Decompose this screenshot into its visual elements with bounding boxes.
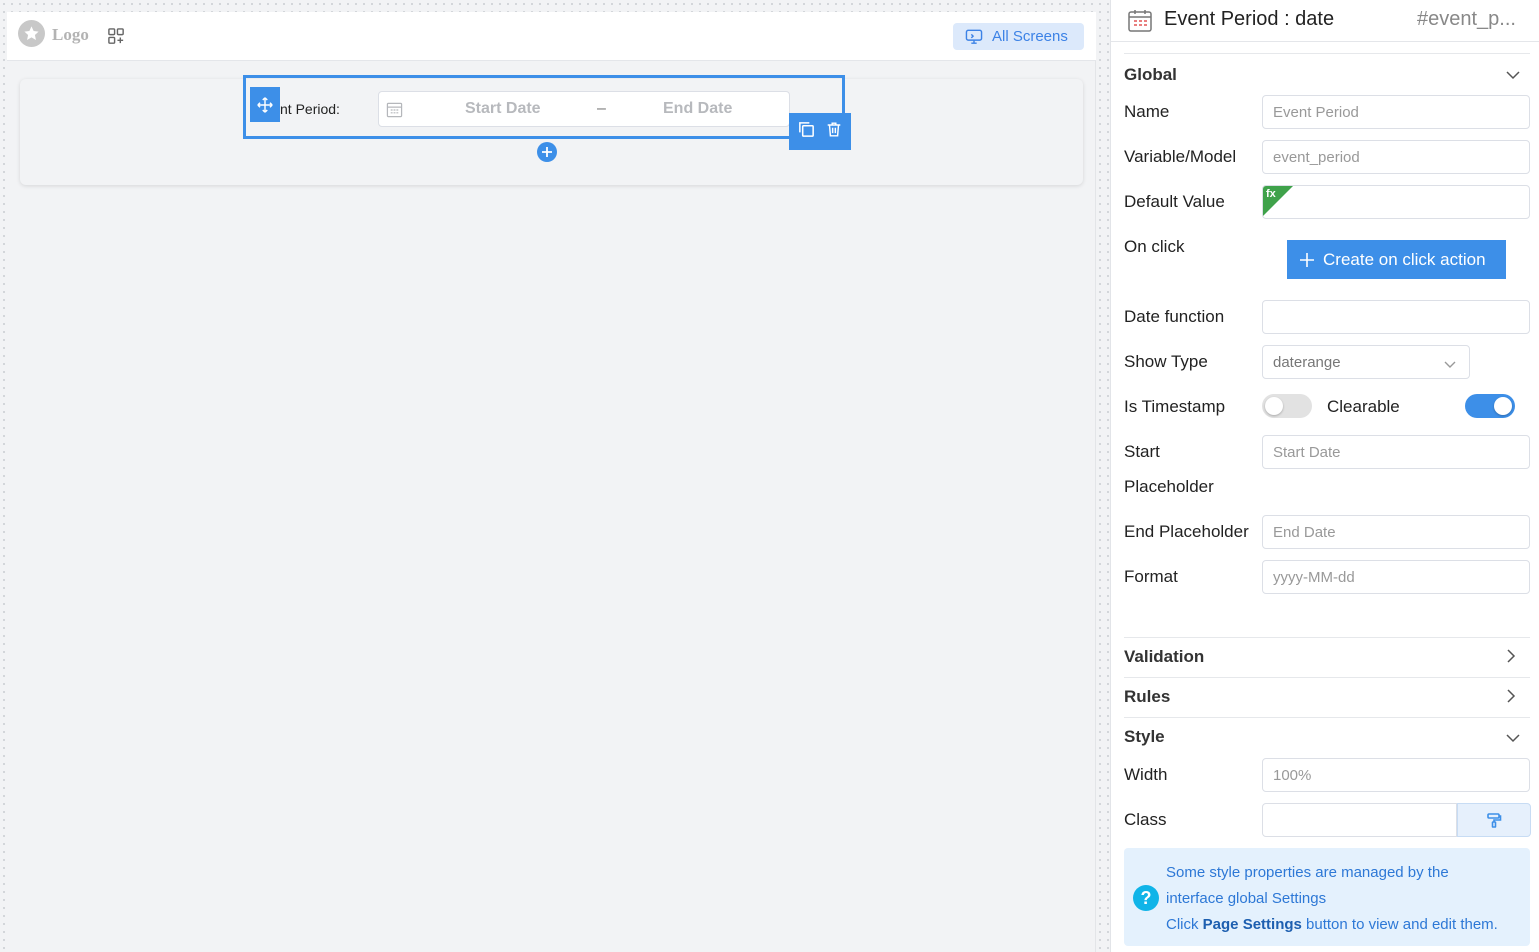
- add-below-icon[interactable]: [537, 142, 557, 162]
- info-text: Some style properties are managed by the…: [1166, 860, 1526, 938]
- is-timestamp-label: Is Timestamp: [1124, 397, 1226, 416]
- divider: [1124, 677, 1530, 678]
- field-action-bar: [789, 113, 851, 150]
- variable-label: Variable/Model: [1124, 147, 1237, 166]
- show-type-select[interactable]: daterange: [1262, 345, 1470, 379]
- onclick-label: On click: [1124, 237, 1185, 256]
- width-input[interactable]: 100%: [1262, 758, 1530, 792]
- info-line-2: interface global Settings: [1166, 890, 1327, 907]
- default-value-input[interactable]: fx: [1262, 185, 1530, 219]
- paint-roller-icon: [1487, 813, 1502, 828]
- start-placeholder-input[interactable]: Start Date: [1262, 435, 1530, 469]
- format-label: Format: [1124, 567, 1178, 586]
- panel-title: Event Period : date: [1164, 8, 1335, 30]
- help-icon: ?: [1133, 885, 1159, 911]
- start-date-placeholder[interactable]: Start Date: [465, 100, 541, 118]
- variable-value: event_period: [1273, 148, 1360, 166]
- start-placeholder-label-1: Start: [1124, 442, 1160, 461]
- width-label: Width: [1124, 765, 1168, 784]
- divider: [1124, 717, 1530, 718]
- name-input[interactable]: Event Period: [1262, 95, 1530, 129]
- all-screens-button[interactable]: All Screens: [953, 23, 1084, 50]
- divider: [1124, 637, 1530, 638]
- section-validation-title[interactable]: Validation: [1124, 647, 1204, 667]
- date-range-input[interactable]: Start Date – End Date: [378, 91, 790, 127]
- chevron-right-icon[interactable]: [1505, 648, 1517, 669]
- copy-icon[interactable]: [797, 120, 816, 144]
- all-screens-label: All Screens: [992, 28, 1068, 45]
- show-type-value: daterange: [1273, 353, 1341, 371]
- default-value-label: Default Value: [1124, 192, 1225, 211]
- start-placeholder-value: Start Date: [1273, 443, 1341, 461]
- chevron-down-icon[interactable]: [1505, 731, 1521, 749]
- info-notice: ? Some style properties are managed by t…: [1124, 848, 1530, 946]
- section-rules-title[interactable]: Rules: [1124, 687, 1170, 707]
- component-id: #event_p...: [1417, 8, 1516, 30]
- range-separator: –: [597, 100, 606, 117]
- date-field-label: nt Period:: [280, 101, 340, 117]
- calendar-icon: [386, 101, 403, 123]
- design-canvas: Logo All Screens nt Period: Start Date –…: [0, 0, 1110, 952]
- page-header: Logo All Screens: [7, 12, 1096, 61]
- delete-icon[interactable]: [825, 120, 843, 144]
- section-global-title[interactable]: Global: [1124, 65, 1177, 85]
- clearable-label: Clearable: [1327, 397, 1400, 416]
- properties-panel: Event Period : date #event_p... Global N…: [1110, 0, 1539, 952]
- class-picker-button[interactable]: [1457, 803, 1531, 837]
- panel-header: Event Period : date #event_p...: [1111, 0, 1539, 42]
- toggle-knob: [1265, 397, 1283, 415]
- date-function-input[interactable]: [1262, 300, 1530, 334]
- fx-badge: fx: [1266, 188, 1276, 200]
- show-type-label: Show Type: [1124, 352, 1208, 371]
- create-onclick-label: Create on click action: [1323, 249, 1486, 269]
- date-component-icon: [1127, 8, 1153, 39]
- class-input[interactable]: [1262, 803, 1457, 837]
- format-input[interactable]: yyyy-MM-dd: [1262, 560, 1530, 594]
- plus-icon: [1300, 252, 1314, 267]
- add-widget-icon[interactable]: [107, 27, 126, 51]
- variable-input[interactable]: event_period: [1262, 140, 1530, 174]
- class-label: Class: [1124, 810, 1167, 829]
- chevron-down-icon[interactable]: [1505, 68, 1521, 86]
- info-line-3-pre: Click: [1166, 916, 1203, 933]
- end-placeholder-value: End Date: [1273, 523, 1336, 541]
- date-function-label: Date function: [1124, 307, 1225, 326]
- section-style-title[interactable]: Style: [1124, 727, 1165, 747]
- page-settings-link[interactable]: Page Settings: [1203, 916, 1302, 933]
- chevron-right-icon[interactable]: [1505, 688, 1517, 709]
- clearable-toggle[interactable]: [1465, 394, 1515, 418]
- chevron-down-icon: [1443, 356, 1457, 373]
- name-label: Name: [1124, 102, 1170, 121]
- monitor-icon: [965, 29, 983, 44]
- logo-text: Logo: [52, 25, 89, 44]
- divider: [1124, 53, 1530, 54]
- end-placeholder-label: End Placeholder: [1124, 522, 1249, 541]
- format-value: yyyy-MM-dd: [1273, 568, 1355, 586]
- end-date-placeholder[interactable]: End Date: [663, 100, 732, 118]
- end-placeholder-input[interactable]: End Date: [1262, 515, 1530, 549]
- start-placeholder-label-2: Placeholder: [1124, 477, 1214, 496]
- info-line-3: Click Page Settings button to view and e…: [1166, 912, 1526, 938]
- create-onclick-button[interactable]: Create on click action: [1287, 240, 1506, 279]
- info-line-3-post: button to view and edit them.: [1301, 916, 1498, 933]
- logo-icon: [18, 20, 45, 47]
- toggle-knob: [1494, 397, 1512, 415]
- info-line-1: Some style properties are managed by the: [1166, 864, 1449, 881]
- name-value: Event Period: [1273, 103, 1359, 121]
- move-handle-icon[interactable]: [250, 87, 280, 122]
- width-value: 100%: [1273, 766, 1312, 784]
- is-timestamp-toggle[interactable]: [1262, 394, 1312, 418]
